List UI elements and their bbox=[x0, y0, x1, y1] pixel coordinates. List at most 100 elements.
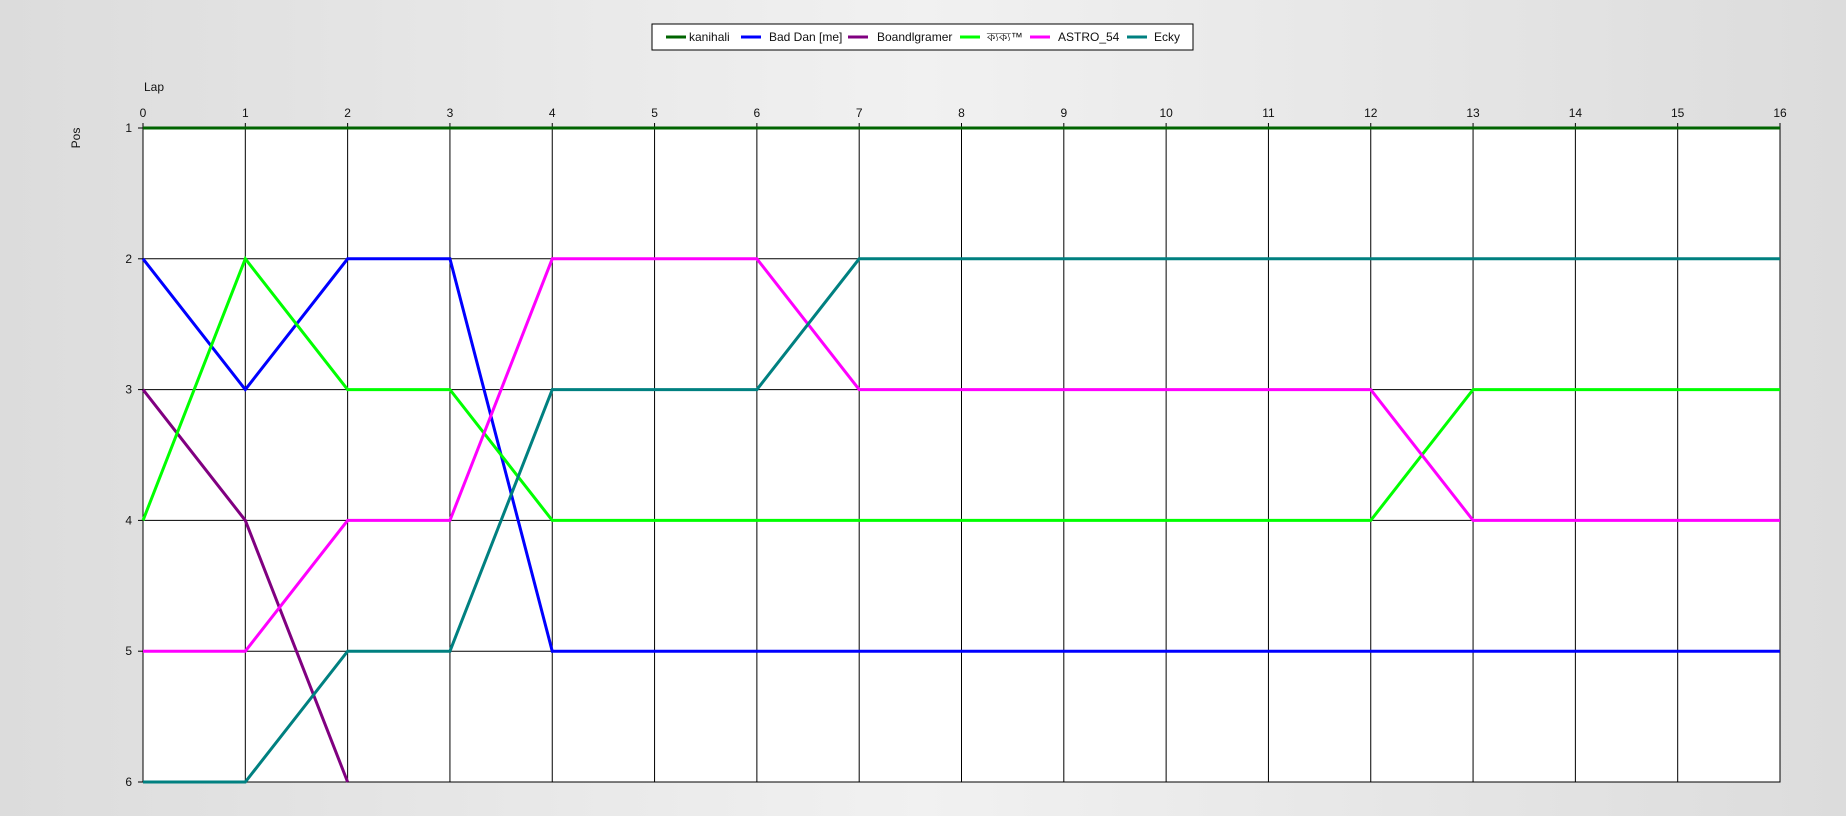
series-point-5 bbox=[1268, 258, 1270, 260]
series-point-4 bbox=[1370, 389, 1372, 391]
series-point-1 bbox=[449, 258, 451, 260]
series-point-1 bbox=[1370, 650, 1372, 652]
series-point-5 bbox=[449, 650, 451, 652]
legend-label: Bad Dan [me] bbox=[769, 30, 842, 44]
legend-label: ASTRO_54 bbox=[1058, 30, 1120, 44]
series-point-0 bbox=[449, 127, 451, 129]
series-point-0 bbox=[858, 127, 860, 129]
series-point-5 bbox=[142, 781, 144, 783]
series-point-3 bbox=[1472, 389, 1474, 391]
y-tick-label: 3 bbox=[125, 383, 132, 397]
series-point-3 bbox=[654, 520, 656, 522]
x-tick-label: 7 bbox=[856, 106, 863, 120]
series-point-2 bbox=[347, 781, 349, 783]
series-point-4 bbox=[654, 258, 656, 260]
y-tick-label: 5 bbox=[125, 644, 132, 658]
series-point-3 bbox=[245, 258, 247, 260]
series-point-0 bbox=[142, 127, 144, 129]
series-point-3 bbox=[756, 520, 758, 522]
series-point-5 bbox=[654, 389, 656, 391]
series-point-3 bbox=[551, 520, 553, 522]
series-point-1 bbox=[551, 650, 553, 652]
series-point-1 bbox=[756, 650, 758, 652]
x-tick-label: 11 bbox=[1262, 106, 1275, 120]
series-point-5 bbox=[858, 258, 860, 260]
legend-label: Ecky bbox=[1154, 30, 1180, 44]
legend-label: Boandlgramer bbox=[877, 30, 952, 44]
x-tick-label: 2 bbox=[344, 106, 351, 120]
series-point-1 bbox=[1779, 650, 1781, 652]
series-point-5 bbox=[1165, 258, 1167, 260]
x-tick-label: 15 bbox=[1671, 106, 1685, 120]
series-point-3 bbox=[1677, 389, 1679, 391]
series-point-3 bbox=[142, 520, 144, 522]
series-point-1 bbox=[1575, 650, 1577, 652]
series-point-5 bbox=[1370, 258, 1372, 260]
x-tick-label: 3 bbox=[447, 106, 454, 120]
chart-canvas: 0 1 2 3 4 5 6 7 8 9 10 11 12 13 14 15 16123456LapPoskani… bbox=[69, 23, 1787, 789]
y-tick-label: 1 bbox=[125, 121, 132, 135]
series-point-1 bbox=[1472, 650, 1474, 652]
series-point-4 bbox=[1165, 389, 1167, 391]
series-point-0 bbox=[1268, 127, 1270, 129]
series-point-0 bbox=[1165, 127, 1167, 129]
series-point-2 bbox=[245, 520, 247, 522]
x-tick-label: 13 bbox=[1466, 106, 1480, 120]
series-point-1 bbox=[1677, 650, 1679, 652]
series-point-3 bbox=[1575, 389, 1577, 391]
x-tick-label: 6 bbox=[754, 106, 761, 120]
x-tick-label: 8 bbox=[958, 106, 965, 120]
series-point-5 bbox=[1063, 258, 1065, 260]
series-point-3 bbox=[1779, 389, 1781, 391]
series-point-4 bbox=[1575, 520, 1577, 522]
series-point-0 bbox=[245, 127, 247, 129]
series-point-3 bbox=[961, 520, 963, 522]
series-point-4 bbox=[858, 389, 860, 391]
series-point-4 bbox=[551, 258, 553, 260]
x-tick-label: 14 bbox=[1569, 106, 1583, 120]
series-point-0 bbox=[551, 127, 553, 129]
y-tick-label: 2 bbox=[125, 252, 132, 266]
series-point-4 bbox=[1268, 389, 1270, 391]
series-point-5 bbox=[1779, 258, 1781, 260]
series-point-4 bbox=[245, 650, 247, 652]
series-point-4 bbox=[1677, 520, 1679, 522]
series-point-0 bbox=[1779, 127, 1781, 129]
series-point-5 bbox=[347, 650, 349, 652]
y-tick-label: 6 bbox=[125, 775, 132, 789]
series-point-3 bbox=[858, 520, 860, 522]
series-point-4 bbox=[449, 520, 451, 522]
series-point-5 bbox=[961, 258, 963, 260]
series-point-0 bbox=[961, 127, 963, 129]
series-point-3 bbox=[449, 389, 451, 391]
x-axis-title: Lap bbox=[144, 80, 164, 94]
series-point-1 bbox=[1063, 650, 1065, 652]
x-tick-label: 9 bbox=[1060, 106, 1067, 120]
series-point-0 bbox=[1677, 127, 1679, 129]
series-point-0 bbox=[347, 127, 349, 129]
series-point-0 bbox=[654, 127, 656, 129]
x-tick-label: 10 bbox=[1159, 106, 1173, 120]
series-point-4 bbox=[1063, 389, 1065, 391]
legend-label: kanihali bbox=[689, 30, 730, 44]
series-point-4 bbox=[961, 389, 963, 391]
series-point-4 bbox=[756, 258, 758, 260]
series-point-3 bbox=[1268, 520, 1270, 522]
x-tick-label: 4 bbox=[549, 106, 556, 120]
series-point-1 bbox=[961, 650, 963, 652]
series-point-4 bbox=[142, 650, 144, 652]
series-point-1 bbox=[245, 389, 247, 391]
series-point-0 bbox=[1063, 127, 1065, 129]
series-point-0 bbox=[1472, 127, 1474, 129]
series-point-1 bbox=[1268, 650, 1270, 652]
series-point-5 bbox=[1575, 258, 1577, 260]
y-axis-title: Pos bbox=[69, 128, 83, 149]
series-point-5 bbox=[245, 781, 247, 783]
series-point-1 bbox=[654, 650, 656, 652]
series-point-5 bbox=[1472, 258, 1474, 260]
series-point-4 bbox=[1472, 520, 1474, 522]
series-point-1 bbox=[858, 650, 860, 652]
x-tick-label: 5 bbox=[651, 106, 658, 120]
y-tick-label: 4 bbox=[125, 513, 132, 527]
series-point-4 bbox=[347, 520, 349, 522]
